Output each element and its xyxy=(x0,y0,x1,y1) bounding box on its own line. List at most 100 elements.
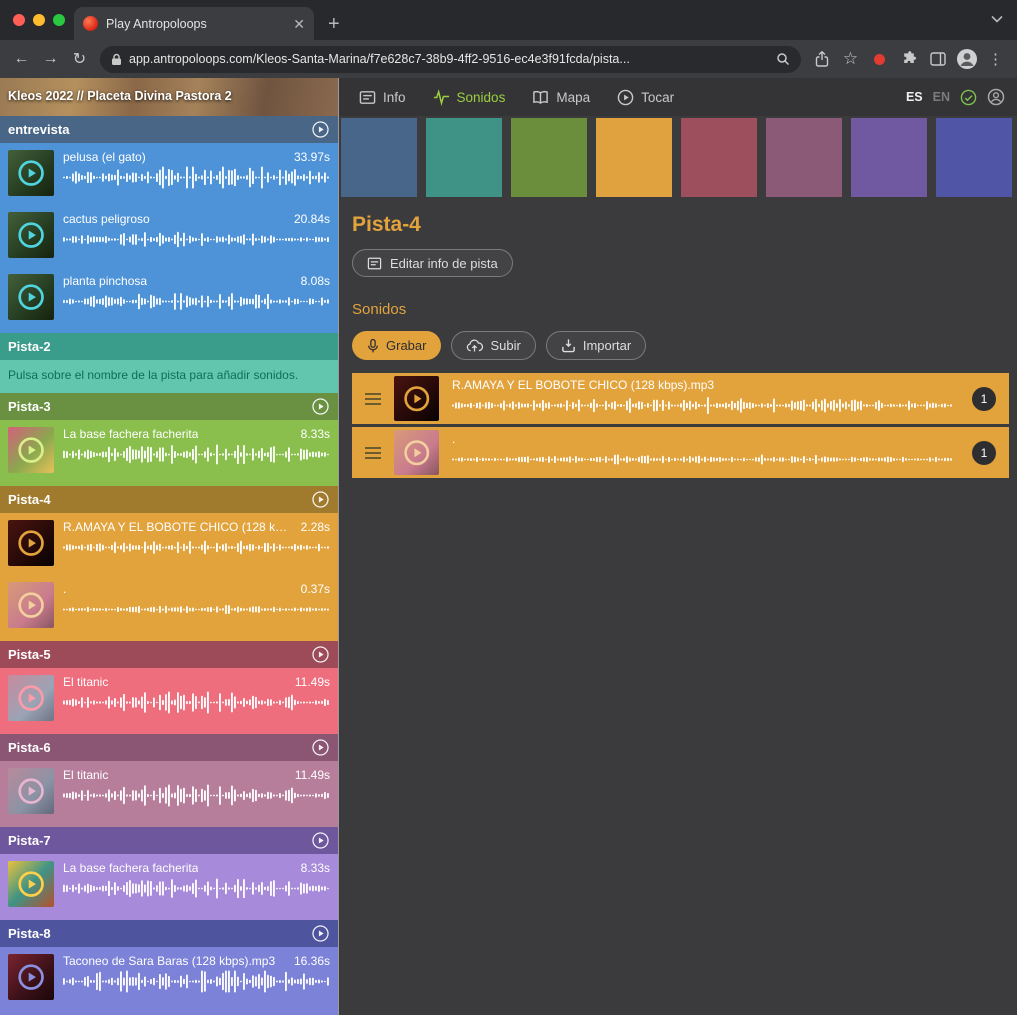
tab-overflow-chevron-icon[interactable] xyxy=(991,10,1003,28)
sound-item[interactable]: .0.37s xyxy=(0,575,338,637)
map-book-icon xyxy=(532,89,549,106)
sound-row[interactable]: R.AMAYA Y EL BOBOTE CHICO (128 kbps).mp3… xyxy=(352,373,1009,424)
sound-item[interactable]: El titanic 11.49s xyxy=(0,761,338,823)
track-header-pista-5[interactable]: Pista-5 xyxy=(0,641,338,668)
side-panel-icon[interactable] xyxy=(924,45,951,73)
swatch-track-5[interactable] xyxy=(681,118,757,197)
extensions-puzzle-icon[interactable] xyxy=(895,45,922,73)
window-minimize-button[interactable] xyxy=(33,14,45,26)
drag-handle-icon xyxy=(365,452,381,454)
window-zoom-button[interactable] xyxy=(53,14,65,26)
sound-item[interactable]: R.AMAYA Y EL BOBOTE CHICO (128 kbps)....… xyxy=(0,513,338,575)
lang-en[interactable]: EN xyxy=(933,90,950,104)
swatch-track-6[interactable] xyxy=(766,118,842,197)
sound-thumbnail[interactable] xyxy=(8,954,54,1000)
sound-thumbnail[interactable] xyxy=(8,427,54,473)
sound-title: El titanic xyxy=(63,768,108,782)
sound-title: R.AMAYA Y EL BOBOTE CHICO (128 kbps).... xyxy=(63,520,293,534)
sound-thumbnail[interactable] xyxy=(8,150,54,196)
tab-mapa-label: Mapa xyxy=(556,90,590,105)
import-label: Importar xyxy=(583,338,631,353)
browser-tab[interactable]: Play Antropoloops ✕ xyxy=(74,7,314,40)
back-button[interactable]: ← xyxy=(8,45,35,73)
track-header-pista-8[interactable]: Pista-8 xyxy=(0,920,338,947)
address-bar[interactable]: app.antropoloops.com/Kleos-Santa-Marina/… xyxy=(100,46,801,73)
swatch-track-2[interactable] xyxy=(426,118,502,197)
browser-menu-button[interactable]: ⋮ xyxy=(982,45,1009,73)
record-label: Grabar xyxy=(386,338,426,353)
upload-button[interactable]: Subir xyxy=(451,331,535,360)
drag-handle[interactable] xyxy=(352,373,394,424)
waveform xyxy=(63,784,330,807)
track-play-button[interactable] xyxy=(311,490,330,509)
sound-row[interactable]: . 1 xyxy=(352,427,1009,478)
zoom-indicator-icon[interactable] xyxy=(776,52,790,66)
waveform xyxy=(452,393,953,418)
record-button[interactable]: Grabar xyxy=(352,331,441,360)
swatch-track-8[interactable] xyxy=(936,118,1012,197)
track-name: Pista-7 xyxy=(8,833,51,848)
drag-handle[interactable] xyxy=(352,427,394,478)
sound-thumbnail[interactable] xyxy=(394,376,439,421)
track-play-button[interactable] xyxy=(311,120,330,139)
track-name: Pista-3 xyxy=(8,399,51,414)
sound-item[interactable]: cactus peligroso20.84s xyxy=(0,205,338,267)
edit-track-info-button[interactable]: Editar info de pista xyxy=(352,249,513,277)
sound-thumbnail[interactable] xyxy=(8,768,54,814)
sound-thumbnail[interactable] xyxy=(394,430,439,475)
sound-title: La base fachera facherita xyxy=(63,861,198,875)
track-header-pista-7[interactable]: Pista-7 xyxy=(0,827,338,854)
url-text: app.antropoloops.com/Kleos-Santa-Marina/… xyxy=(129,52,769,66)
sound-thumbnail[interactable] xyxy=(8,861,54,907)
sound-duration: 0.37s xyxy=(301,582,330,596)
new-tab-button[interactable]: + xyxy=(328,14,340,34)
sound-item[interactable]: planta pinchosa8.08s xyxy=(0,267,338,329)
sound-item[interactable]: pelusa (el gato)33.97s xyxy=(0,143,338,205)
cloud-upload-icon xyxy=(466,339,483,353)
track-header-pista-4[interactable]: Pista-4 xyxy=(0,486,338,513)
forward-button[interactable]: → xyxy=(37,45,64,73)
sound-item[interactable]: El titanic11.49s xyxy=(0,668,338,730)
track-header-entrevista[interactable]: entrevista xyxy=(0,116,338,143)
sound-item[interactable]: La base fachera facherita8.33s xyxy=(0,420,338,482)
bookmark-star-button[interactable]: ☆ xyxy=(837,45,864,73)
tab-sonidos[interactable]: Sonidos xyxy=(433,89,506,106)
lang-es[interactable]: ES xyxy=(906,90,923,104)
share-button[interactable] xyxy=(808,45,835,73)
swatch-track-1[interactable] xyxy=(341,118,417,197)
track-body-pista-7: La base fachera facherita8.33s xyxy=(0,854,338,920)
project-banner[interactable]: Kleos 2022 // Placeta Divina Pastora 2 xyxy=(0,78,339,116)
track-header-pista-6[interactable]: Pista-6 xyxy=(0,734,338,761)
sound-thumbnail[interactable] xyxy=(8,520,54,566)
track-header-pista-3[interactable]: Pista-3 xyxy=(0,393,338,420)
sound-item[interactable]: Taconeo de Sara Baras (128 kbps).mp316.3… xyxy=(0,947,338,1009)
track-play-button[interactable] xyxy=(311,924,330,943)
record-extension-icon[interactable] xyxy=(866,45,893,73)
profile-avatar[interactable] xyxy=(953,45,980,73)
tab-info[interactable]: Info xyxy=(359,89,406,106)
account-icon[interactable] xyxy=(987,88,1005,106)
tab-tocar[interactable]: Tocar xyxy=(617,89,674,106)
sound-thumbnail[interactable] xyxy=(8,582,54,628)
track-play-button[interactable] xyxy=(311,645,330,664)
track-header-pista-2[interactable]: Pista-2 xyxy=(0,333,338,360)
swatch-track-4-selected[interactable] xyxy=(596,118,672,197)
waveform xyxy=(63,536,330,559)
sound-duration: 11.49s xyxy=(295,768,330,782)
track-play-button[interactable] xyxy=(311,831,330,850)
import-button[interactable]: Importar xyxy=(546,331,646,360)
waveform-icon xyxy=(433,89,450,106)
sound-thumbnail[interactable] xyxy=(8,274,54,320)
track-play-button[interactable] xyxy=(311,738,330,757)
sound-duration: 2.28s xyxy=(301,520,330,534)
tab-mapa[interactable]: Mapa xyxy=(532,89,590,106)
sound-thumbnail[interactable] xyxy=(8,675,54,721)
sound-thumbnail[interactable] xyxy=(8,212,54,258)
swatch-track-3[interactable] xyxy=(511,118,587,197)
sound-item[interactable]: La base fachera facherita8.33s xyxy=(0,854,338,916)
swatch-track-7[interactable] xyxy=(851,118,927,197)
reload-button[interactable]: ↻ xyxy=(66,45,93,73)
track-play-button[interactable] xyxy=(311,397,330,416)
window-close-button[interactable] xyxy=(13,14,25,26)
tab-close-icon[interactable]: ✕ xyxy=(293,17,305,31)
